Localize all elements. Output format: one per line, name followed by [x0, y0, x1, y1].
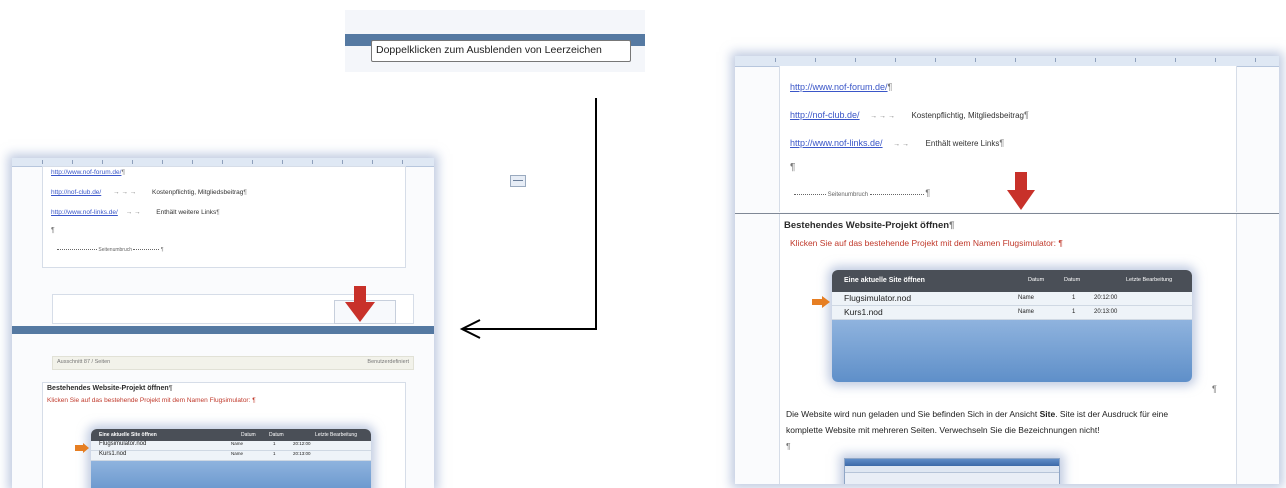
app-screenshot-thumbnail: [844, 458, 1060, 484]
page-top: http://www.nof-forum.de/¶ http://nof-clu…: [42, 166, 406, 268]
tooltip-text: Doppelklicken zum Ausblenden von Leerzei…: [376, 44, 602, 56]
red-down-arrow-icon: [345, 286, 375, 322]
link-nof-links[interactable]: http://www.nof-links.de/: [790, 138, 883, 148]
orange-pointer-icon: [75, 443, 89, 453]
file-row[interactable]: Kurs1.nod Name 1 20:13:00: [91, 451, 371, 461]
page-break-label: Seitenumbruch: [98, 247, 133, 253]
file-row[interactable]: Flugsimulator.nod Name 1 20:12:00: [832, 292, 1192, 306]
link-nof-forum[interactable]: http://www.nof-forum.de/: [51, 169, 121, 176]
left-document-panel: http://www.nof-forum.de/¶ http://nof-clu…: [12, 158, 434, 488]
right-document-panel: http://www.nof-forum.de/¶ http://nof-clu…: [735, 56, 1279, 484]
tooltip-panel: Doppelklicken zum Ausblenden von Leerzei…: [345, 10, 645, 72]
zoom-dropdown[interactable]: Ausschnitt 87 / Seiten: [57, 359, 110, 365]
file-row[interactable]: Kurs1.nod Name 1 20:13:00: [832, 306, 1192, 320]
open-site-dialog: Eine aktuelle Site öffnen Datum Datum Le…: [832, 270, 1192, 382]
view-toolbar: Ausschnitt 87 / Seiten Benutzerdefiniert: [52, 356, 414, 370]
page-bottom: Bestehendes Website-Projekt öffnen¶ Klic…: [42, 382, 406, 488]
open-site-dialog: Eine aktuelle Site öffnen Datum Datum Le…: [91, 429, 371, 488]
link-nof-links[interactable]: http://www.nof-links.de/: [51, 209, 118, 216]
instruction-text: Klicken Sie auf das bestehende Projekt m…: [47, 397, 251, 404]
page-bottom: Bestehendes Website-Projekt öffnen¶ Klic…: [779, 214, 1237, 484]
tooltip-box: Doppelklicken zum Ausblenden von Leerzei…: [371, 40, 631, 62]
custom-dropdown[interactable]: Benutzerdefiniert: [367, 359, 409, 365]
dialog-title: Eine aktuelle Site öffnen: [99, 432, 157, 438]
file-row[interactable]: Flugsimulator.nod Name 1 20:12:00: [91, 441, 371, 451]
connector-arrowhead-icon: [459, 319, 481, 339]
link-nof-forum[interactable]: http://www.nof-forum.de/: [790, 82, 888, 92]
section-heading: Bestehendes Website-Projekt öffnen: [784, 220, 950, 231]
link-nof-club[interactable]: http://nof-club.de/: [790, 110, 860, 120]
orange-pointer-icon: [812, 296, 830, 308]
page-break-label: Seitenumbruch: [827, 192, 869, 198]
red-down-arrow-icon: [1007, 172, 1035, 210]
instruction-text: Klicken Sie auf das bestehende Projekt m…: [790, 238, 1056, 248]
link-nof-club[interactable]: http://nof-club.de/: [51, 189, 101, 196]
dialog-title: Eine aktuelle Site öffnen: [844, 277, 925, 284]
connector-vertical: [595, 98, 597, 330]
body-paragraph: Die Website wird nun geladen und Sie bef…: [786, 409, 1169, 451]
page-separator-icon: [510, 175, 526, 187]
section-heading: Bestehendes Website-Projekt öffnen: [47, 385, 169, 392]
page-separator-bar: [12, 326, 434, 334]
connector-horizontal: [462, 328, 597, 330]
